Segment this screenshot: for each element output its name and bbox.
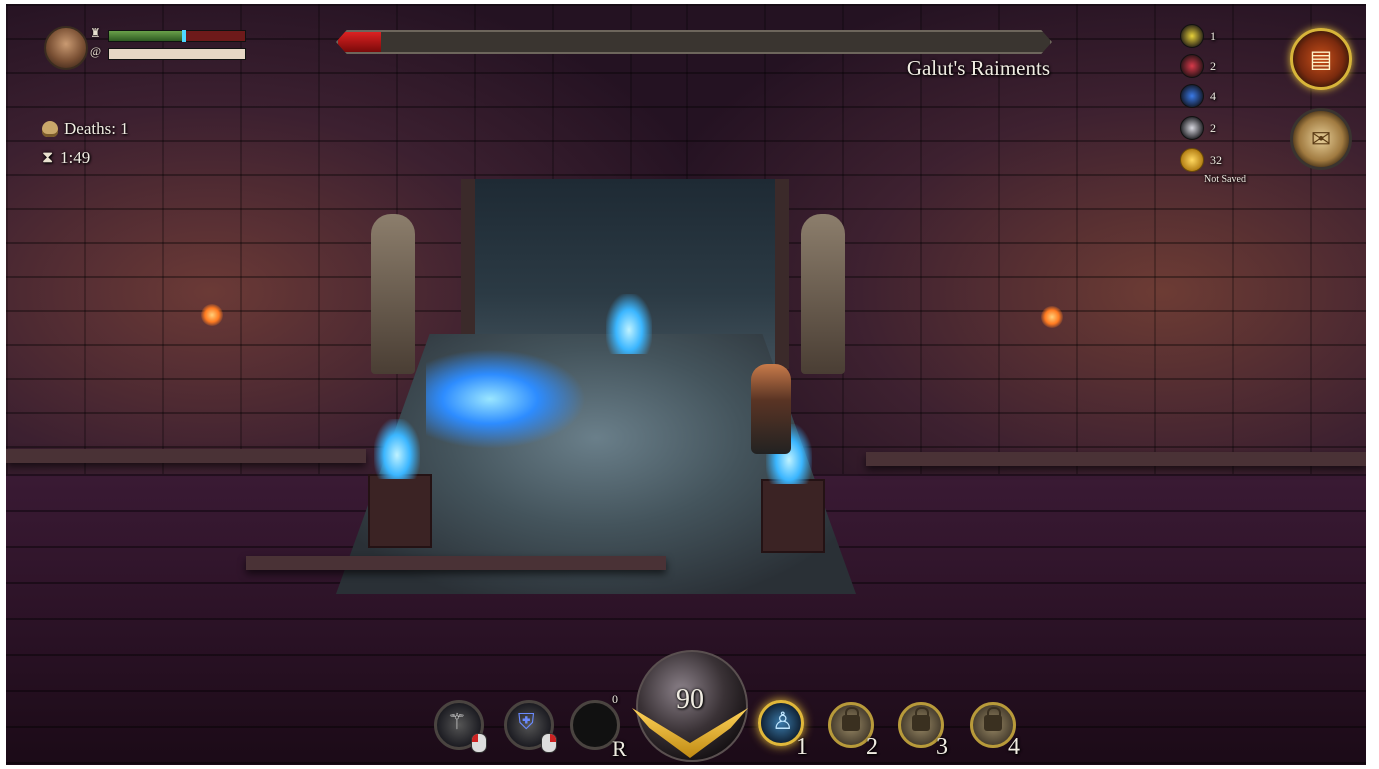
- pedestal-left: [368, 474, 432, 548]
- mace-icon: ⚚: [447, 709, 467, 734]
- swap-count: 0: [612, 692, 618, 706]
- journal-button[interactable]: ▤: [1290, 28, 1352, 90]
- swap-key: R: [612, 736, 627, 761]
- resource-count: 2: [1210, 120, 1216, 135]
- blue-spirit-enemy[interactable]: [426, 349, 586, 449]
- save-status: Not Saved: [1204, 174, 1246, 185]
- player-character: [751, 364, 791, 454]
- warrior-icon: ♙: [772, 709, 794, 735]
- resource-gold: 32: [1180, 148, 1222, 172]
- hourglass-icon: ⧗: [42, 149, 54, 166]
- timer-value: 1:49: [60, 148, 91, 167]
- resource-blue: 4: [1180, 84, 1216, 108]
- slot-number: 3: [936, 734, 948, 760]
- deaths-label: Deaths: 1: [64, 119, 129, 138]
- gold-coins-icon: [1180, 148, 1204, 172]
- balcony-ledge-left: [6, 449, 366, 463]
- resource-count: 4: [1210, 88, 1216, 103]
- left-mouse-icon: [471, 733, 487, 753]
- boss-name: Galut's Raiments: [906, 56, 1050, 80]
- balcony-ledge-right: [866, 452, 1366, 466]
- statue-right: [801, 214, 845, 374]
- mace-attack-skill[interactable]: ⚚: [434, 700, 487, 753]
- mana-fill: [109, 49, 245, 59]
- blue-crystal-left: [374, 419, 420, 479]
- shield-icon: ⛨: [518, 709, 535, 734]
- energy-value: 90: [676, 684, 704, 715]
- yellow-gem-icon: [1180, 24, 1204, 48]
- player-portrait: [44, 26, 88, 70]
- slot-number: 4: [1008, 734, 1020, 760]
- health-fill: [109, 31, 184, 41]
- resource-count: 32: [1210, 152, 1222, 167]
- resource-count: 1: [1210, 28, 1216, 43]
- boss-health-bar: [336, 30, 1052, 54]
- right-mouse-icon: [541, 733, 557, 753]
- resource-red: 2: [1180, 54, 1216, 78]
- blue-crystal-altar: [606, 294, 652, 354]
- wall-torch-left: [201, 304, 223, 326]
- boss-health-fill: [338, 32, 381, 52]
- lock-icon: [842, 707, 860, 731]
- slot-number: 1: [796, 734, 808, 760]
- armor-icon: ♜: [90, 26, 101, 40]
- shield-skill[interactable]: ⛨: [504, 700, 557, 753]
- white-gem-icon: [1180, 116, 1204, 140]
- slot-number: 2: [866, 734, 878, 760]
- red-gem-icon: [1180, 54, 1204, 78]
- health-marker: [181, 30, 186, 42]
- book-icon: ▤: [1309, 46, 1333, 73]
- statue-left: [371, 214, 415, 374]
- skull-icon: [42, 121, 58, 137]
- map-scroll-button[interactable]: ✉: [1290, 108, 1352, 170]
- mana-bar: [108, 48, 246, 60]
- wall-torch-right: [1041, 306, 1063, 328]
- lock-icon: [984, 707, 1002, 731]
- resource-white: 2: [1180, 116, 1216, 140]
- game-viewport[interactable]: ♜ @ Deaths: 1 ⧗ 1:49 Galut's Raiments 1 …: [6, 4, 1366, 765]
- health-bar: [108, 30, 246, 42]
- spiral-icon: @: [90, 44, 102, 58]
- timer: ⧗ 1:49: [42, 148, 90, 168]
- pedestal-right: [761, 479, 825, 553]
- front-balustrade: [246, 556, 666, 570]
- blue-gem-icon: [1180, 84, 1204, 108]
- deaths-counter: Deaths: 1: [42, 119, 129, 139]
- scroll-icon: ✉: [1310, 126, 1332, 153]
- resource-count: 2: [1210, 58, 1216, 73]
- lock-icon: [912, 707, 930, 731]
- resource-yellow: 1: [1180, 24, 1216, 48]
